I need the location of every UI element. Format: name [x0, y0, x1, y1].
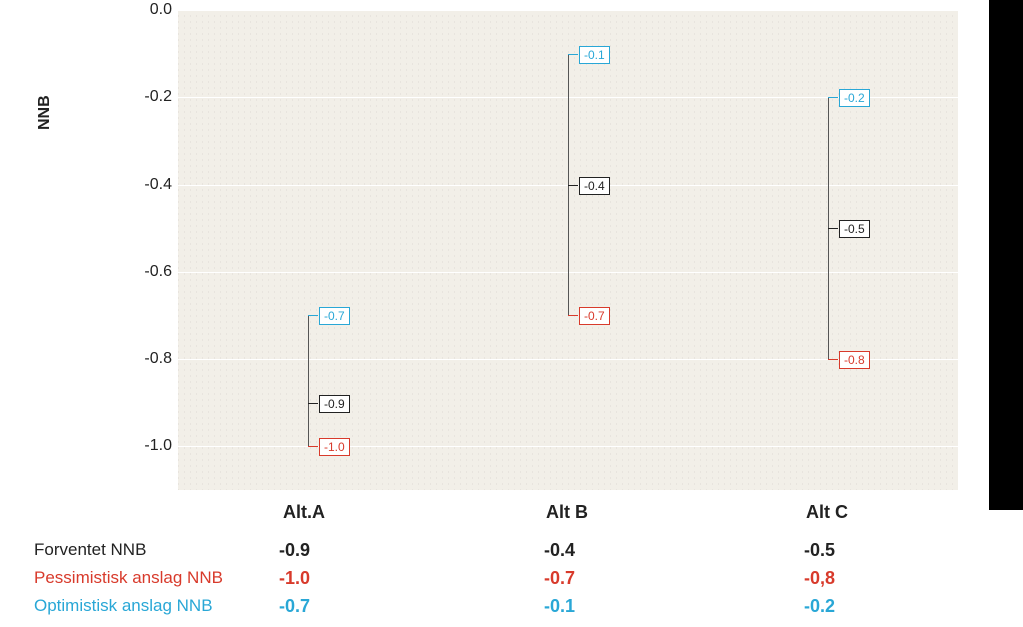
- data-label-a-expected: -0.9: [319, 395, 350, 413]
- gridline: [178, 446, 958, 447]
- y-axis-label: NNB: [36, 95, 54, 130]
- ytick-2: -0.4: [122, 176, 172, 194]
- data-label-c-expected: -0.5: [839, 220, 870, 238]
- leader-a-for: [308, 403, 318, 404]
- data-label-b-pessimistic: -0.7: [579, 307, 610, 325]
- data-table: Forventet NNB -0.9 -0.4 -0.5 Pessimistis…: [34, 540, 983, 624]
- leader-b-for: [568, 185, 578, 186]
- data-label-a-optimistic: -0.7: [319, 307, 350, 325]
- cell: -0.1: [544, 596, 575, 617]
- data-label-a-pessimistic: -1.0: [319, 438, 350, 456]
- leader-a-opt: [308, 315, 318, 316]
- x-category-c: Alt C: [806, 502, 848, 523]
- ytick-0: 0.0: [122, 1, 172, 19]
- data-label-c-pessimistic: -0.8: [839, 351, 870, 369]
- leader-b-opt: [568, 54, 578, 55]
- row-label-pessimistic: Pessimistisk anslag NNB: [34, 568, 223, 588]
- plot-area: -0.7 -0.9 -1.0 -0.1 -0.4 -0.7 -0.2 -0.5 …: [178, 10, 958, 490]
- ytick-5: -1.0: [122, 437, 172, 455]
- cell: -0.2: [804, 596, 835, 617]
- leader-b-pes: [568, 315, 578, 316]
- ytick-1: -0.2: [122, 88, 172, 106]
- data-label-b-optimistic: -0.1: [579, 46, 610, 64]
- leader-c-pes: [828, 359, 838, 360]
- row-label-expected: Forventet NNB: [34, 540, 146, 560]
- cell: -0.5: [804, 540, 835, 561]
- data-label-b-expected: -0.4: [579, 177, 610, 195]
- leader-c-for: [828, 228, 838, 229]
- leader-c-opt: [828, 97, 838, 98]
- table-row: Optimistisk anslag NNB -0.7 -0.1 -0.2: [34, 596, 983, 624]
- table-row: Forventet NNB -0.9 -0.4 -0.5: [34, 540, 983, 568]
- cell: -0,8: [804, 568, 835, 589]
- ytick-3: -0.6: [122, 263, 172, 281]
- table-row: Pessimistisk anslag NNB -1.0 -0.7 -0,8: [34, 568, 983, 596]
- cell: -1.0: [279, 568, 310, 589]
- range-bar-a: [308, 315, 309, 446]
- leader-a-pes: [308, 446, 318, 447]
- chart: NNB 0.0 -0.2 -0.4 -0.6 -0.8 -1.0 -0.7 -0…: [18, 10, 983, 490]
- cell: -0.7: [279, 596, 310, 617]
- cell: -0.4: [544, 540, 575, 561]
- row-label-optimistic: Optimistisk anslag NNB: [34, 596, 213, 616]
- data-label-c-optimistic: -0.2: [839, 89, 870, 107]
- x-category-a: Alt.A: [283, 502, 325, 523]
- right-black-strip: [989, 0, 1023, 510]
- gridline: [178, 10, 958, 11]
- ytick-4: -0.8: [122, 350, 172, 368]
- cell: -0.9: [279, 540, 310, 561]
- x-category-b: Alt B: [546, 502, 588, 523]
- cell: -0.7: [544, 568, 575, 589]
